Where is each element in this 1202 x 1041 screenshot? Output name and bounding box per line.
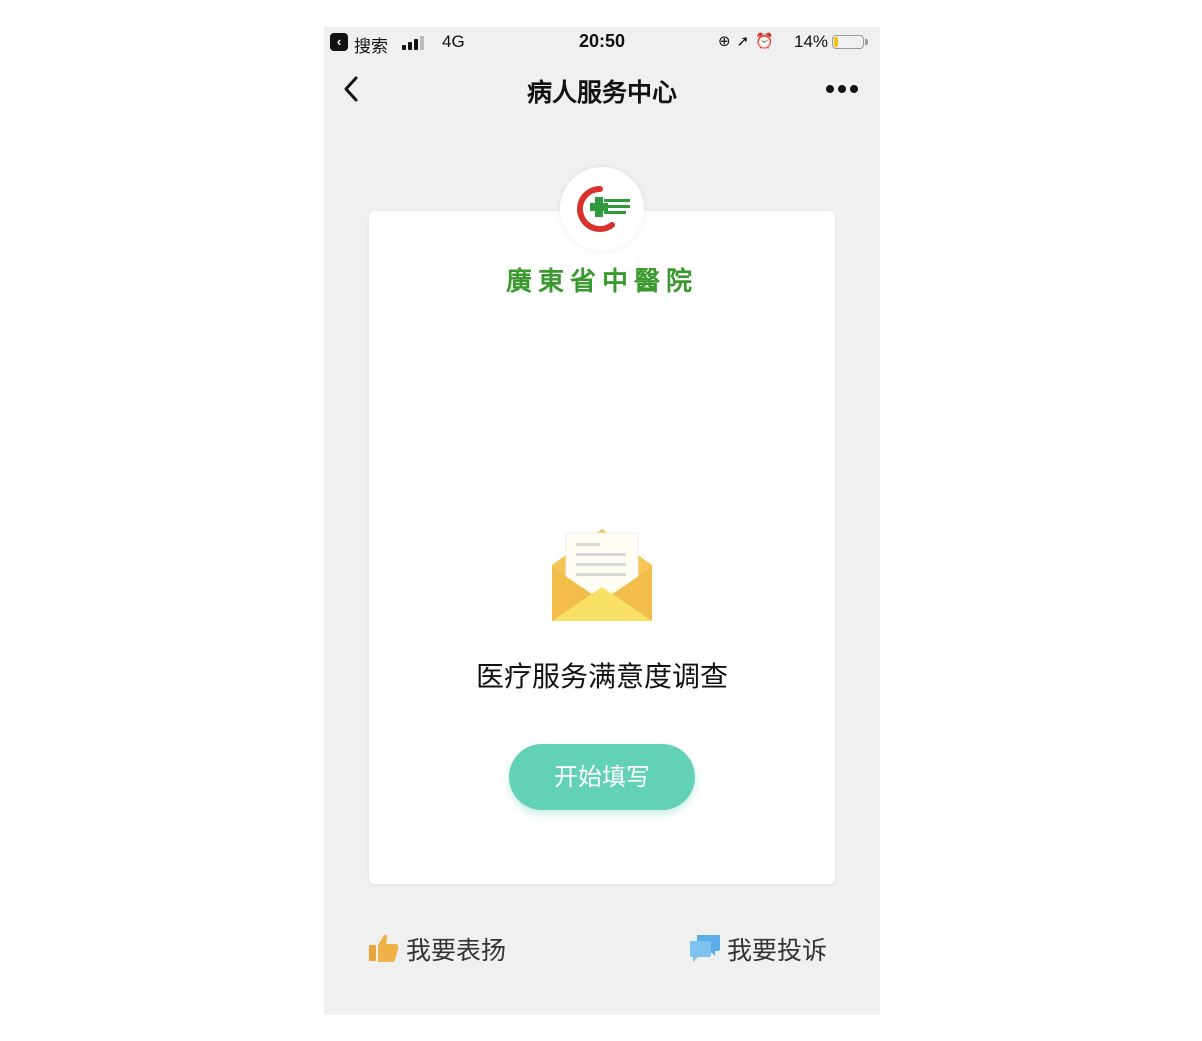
start-survey-button[interactable]: 开始填写 [509, 744, 695, 810]
survey-title: 医疗服务满意度调查 [475, 660, 728, 693]
hospital-logo [560, 167, 644, 251]
chat-bubbles-icon [689, 933, 721, 963]
battery-percent: 14% [794, 32, 829, 51]
alarm-icon: ⏰ [755, 33, 780, 50]
complain-label: 我要投诉 [727, 936, 828, 965]
hospital-name-logo: 廣東省中醫院 [505, 267, 698, 297]
status-bar: ‹ 搜索 4G 20:50 ⊕➚⏰ 14% [324, 27, 880, 59]
orientation-lock-icon: ⊕ [718, 33, 737, 50]
battery-icon [832, 35, 868, 49]
phone-screen: ‹ 搜索 4G 20:50 ⊕➚⏰ 14% 病人服务中心 廣東省中醫院 医疗服务… [324, 27, 880, 1015]
more-menu-icon[interactable] [822, 75, 862, 103]
complain-button[interactable]: 我要投诉 [689, 929, 849, 969]
location-icon: ➚ [736, 33, 756, 50]
envelope-icon [548, 525, 656, 625]
praise-label: 我要表扬 [406, 936, 507, 965]
page-title: 病人服务中心 [526, 78, 677, 107]
nav-bar: 病人服务中心 [324, 59, 880, 119]
thumbs-up-icon [368, 933, 400, 963]
praise-button[interactable]: 我要表扬 [368, 929, 528, 969]
status-icons: ⊕➚⏰ [718, 32, 780, 50]
